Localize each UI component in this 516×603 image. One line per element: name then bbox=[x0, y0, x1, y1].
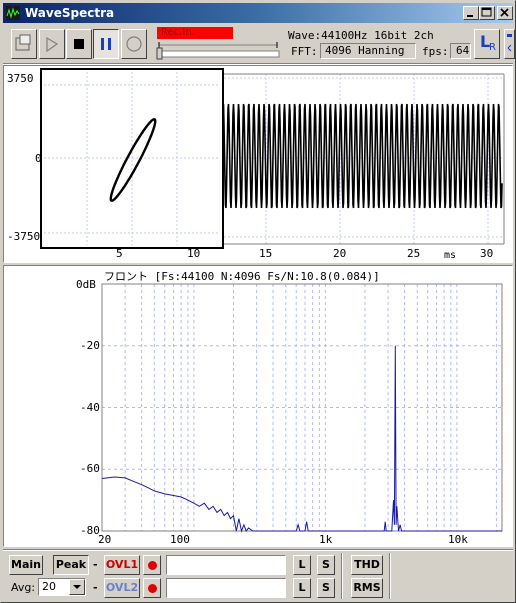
wave-y-top: 3750 bbox=[7, 72, 34, 85]
play-icon bbox=[46, 36, 59, 53]
wave-info: Wave:44100Hz 16bit 2ch bbox=[288, 29, 434, 42]
lr-channel-button[interactable]: L R bbox=[474, 29, 500, 59]
spectrum-y-tick: -60 bbox=[80, 462, 100, 475]
spectrum-x-tick: 10k bbox=[448, 533, 468, 546]
lissajous-trace bbox=[109, 118, 157, 202]
waveform-trace bbox=[221, 103, 503, 209]
ovl2-save-button[interactable]: S bbox=[317, 578, 335, 598]
spectrum-y-tick: -20 bbox=[80, 339, 100, 352]
ovl1-load-button[interactable]: L bbox=[293, 555, 311, 575]
fft-label: FFT: bbox=[291, 45, 318, 58]
ovl1-save-button[interactable]: S bbox=[317, 555, 335, 575]
ovl2-field[interactable] bbox=[166, 578, 286, 598]
wave-x-tick: 15 bbox=[259, 247, 273, 260]
spectrum-x-tick: 100 bbox=[170, 533, 190, 546]
title-bar[interactable]: WaveSpectra bbox=[3, 3, 513, 23]
peak-button[interactable]: Peak bbox=[53, 555, 89, 575]
avg-label: Avg: bbox=[11, 581, 36, 594]
open-file-icon bbox=[15, 34, 31, 51]
bottom-divider bbox=[341, 553, 343, 599]
avg-value: 20 bbox=[42, 580, 56, 593]
ovl2-button[interactable]: OVL2 bbox=[104, 578, 140, 598]
lissajous-plot bbox=[44, 72, 220, 245]
ovl1-button[interactable]: OVL1 bbox=[104, 555, 140, 575]
play-button[interactable] bbox=[39, 29, 65, 59]
fps-label: fps: bbox=[422, 45, 449, 58]
record-icon bbox=[126, 36, 142, 52]
waveform-view[interactable]: 3750 0 -3750 5 10 15 20 25 30 ms bbox=[3, 65, 513, 263]
window-title: WaveSpectra bbox=[25, 6, 115, 20]
fft-setting[interactable]: 4096 Hanning bbox=[320, 43, 416, 59]
fps-display: 64 bbox=[450, 43, 471, 59]
thd-button[interactable]: THD bbox=[351, 555, 383, 575]
minimize-icon bbox=[467, 15, 473, 17]
fps-value: 64 bbox=[456, 44, 470, 57]
app-window: WaveSpectra Rec.In. Wave:44100Hz 16bit 2… bbox=[0, 0, 516, 603]
avg-select[interactable]: 20 bbox=[38, 578, 86, 596]
fft-value: 4096 Hanning bbox=[325, 44, 405, 57]
spectrum-y-tick: -40 bbox=[80, 401, 100, 414]
main-button[interactable]: Main bbox=[9, 555, 43, 575]
bottom-divider bbox=[389, 553, 391, 599]
wave-x-unit: ms bbox=[444, 250, 457, 261]
app-icon bbox=[6, 6, 20, 20]
close-button[interactable] bbox=[497, 6, 513, 20]
wave-x-tick: 20 bbox=[333, 247, 347, 260]
wave-x-tick: 30 bbox=[480, 247, 494, 260]
ovl1-dash: - bbox=[93, 558, 98, 571]
close-icon bbox=[500, 8, 509, 17]
spectrum-y-tick: 0dB bbox=[76, 278, 96, 291]
ovl1-field[interactable] bbox=[166, 555, 286, 575]
spectrum-y-tick: -80 bbox=[80, 524, 100, 537]
minimize-button[interactable] bbox=[463, 6, 479, 20]
bottom-separator bbox=[3, 549, 513, 551]
ovl2-record-button[interactable] bbox=[143, 578, 161, 598]
spectrum-trace bbox=[101, 345, 502, 533]
input-level-slider[interactable] bbox=[155, 39, 281, 61]
ovl2-load-button[interactable]: L bbox=[293, 578, 311, 598]
record-button[interactable] bbox=[121, 29, 147, 59]
ovl1-record-button[interactable] bbox=[143, 555, 161, 575]
stop-button[interactable] bbox=[66, 29, 92, 59]
maximize-button[interactable] bbox=[479, 6, 495, 20]
pause-button[interactable] bbox=[93, 29, 119, 59]
avg-dropdown-button[interactable] bbox=[69, 579, 85, 595]
spectrum-view[interactable]: フロント [Fs:44100 N:4096 Fs/N:10.8(0.084)] … bbox=[3, 265, 513, 547]
record-input-indicator: Rec.In. bbox=[157, 27, 233, 39]
pause-icon bbox=[101, 38, 111, 50]
side-panel-toggle[interactable] bbox=[504, 29, 515, 59]
side-panel-icon bbox=[507, 34, 512, 52]
spectrum-x-tick: 20 bbox=[98, 533, 112, 546]
maximize-icon bbox=[481, 7, 492, 17]
lr-channel-r: R bbox=[489, 42, 496, 53]
chevron-down-icon bbox=[73, 585, 81, 589]
open-file-button[interactable] bbox=[11, 29, 37, 59]
wave-y-bottom: -3750 bbox=[7, 230, 41, 243]
spectrum-x-tick: 1k bbox=[319, 533, 333, 546]
stop-icon bbox=[74, 39, 84, 49]
wave-x-tick: 25 bbox=[407, 247, 421, 260]
lissajous-view bbox=[40, 68, 224, 249]
rms-button[interactable]: RMS bbox=[351, 578, 383, 598]
ovl2-dash: - bbox=[93, 581, 98, 594]
